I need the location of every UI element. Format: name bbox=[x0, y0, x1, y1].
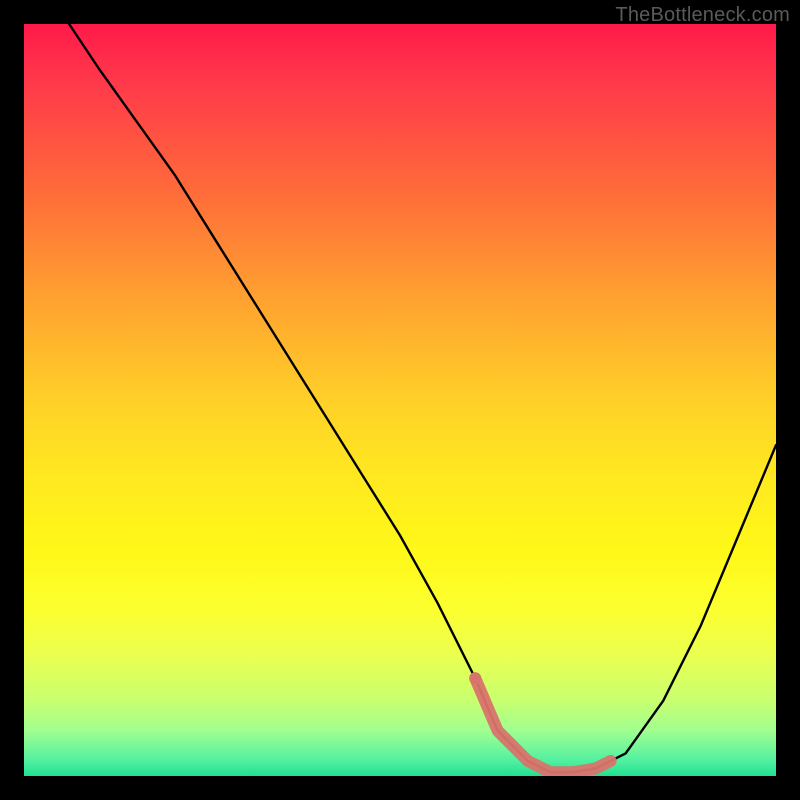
chart-container: TheBottleneck.com bbox=[0, 0, 800, 800]
curve-svg bbox=[24, 24, 776, 776]
plot-area bbox=[24, 24, 776, 776]
optimal-range-highlight bbox=[469, 672, 610, 772]
bottleneck-curve bbox=[69, 24, 776, 772]
